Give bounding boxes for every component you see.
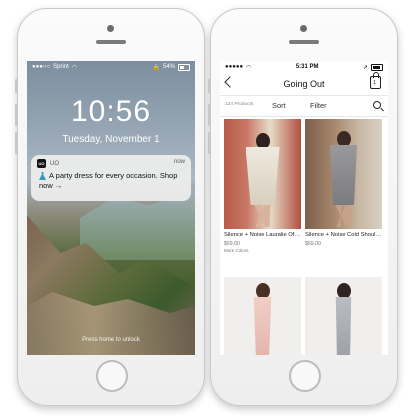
product-card[interactable]: Silence + Noise Cold Shoulder Turtlenec……	[305, 119, 382, 247]
bag-count: 1	[373, 80, 376, 86]
earpiece-speaker	[96, 40, 126, 44]
status-time: 5:31 PM	[295, 64, 319, 70]
product-price: $69.00	[224, 241, 240, 247]
app-screen: ●●●●● ◠ 5:31 PM ➚ Going Out 1 124 Produc…	[220, 61, 388, 355]
home-button[interactable]	[96, 360, 128, 392]
filter-toolbar: 124 Products Sort Filter	[220, 95, 388, 117]
back-arrow-icon[interactable]	[224, 76, 236, 88]
battery-icon	[371, 63, 383, 71]
product-name[interactable]: Silence + Noise Cold Shoulder Turtlenec…	[305, 232, 382, 239]
lock-icon: 🔒	[152, 64, 160, 71]
front-camera	[107, 25, 114, 32]
model-head	[336, 131, 351, 147]
notification-app-name: UO	[50, 160, 59, 167]
filter-button[interactable]: Filter	[310, 101, 327, 110]
nav-bar: Going Out 1	[220, 72, 388, 95]
volume-down-button	[15, 132, 18, 154]
location-icon: ➚	[362, 64, 368, 71]
search-icon[interactable]	[373, 101, 381, 109]
app-icon: UO	[37, 159, 46, 168]
product-price: $69.00	[305, 241, 321, 247]
status-bar: ●●●●● ◠ 5:31 PM ➚	[220, 61, 388, 73]
wifi-icon: ◠	[246, 64, 252, 71]
product-card[interactable]	[224, 277, 301, 355]
model-dress	[330, 145, 357, 205]
sort-button[interactable]: Sort	[272, 101, 286, 110]
product-grid: Silence + Noise Lauralie Off The Shoulde…	[224, 119, 384, 355]
lock-screen-time: 10:56	[70, 95, 152, 128]
lock-screen-date: Tuesday, November 1	[62, 134, 160, 145]
model-legs	[254, 205, 271, 227]
unlock-hint: Press home to unlock	[82, 337, 140, 343]
volume-up-button	[15, 104, 18, 126]
product-image[interactable]	[224, 119, 301, 229]
phone-app-screen: ●●●●● ◠ 5:31 PM ➚ Going Out 1 124 Produc…	[208, 8, 398, 406]
mute-switch	[208, 79, 211, 93]
product-count: 124 Products	[225, 102, 254, 107]
carrier-name: Sprint	[53, 64, 69, 70]
page-title: Going Out	[283, 79, 325, 89]
volume-up-button	[208, 104, 211, 126]
lock-screen: ●●●○○ Sprint ◠ 🔒 54% 10:56 Tuesday, Nove…	[27, 61, 195, 355]
dress-emoji-icon	[39, 172, 46, 181]
wifi-icon: ◠	[71, 64, 78, 71]
mute-switch	[15, 79, 18, 93]
model-head	[255, 133, 270, 149]
volume-down-button	[208, 132, 211, 154]
front-camera	[300, 25, 307, 32]
battery-percent: 54%	[162, 64, 175, 70]
signal-icon: ●●●●●	[225, 64, 244, 70]
notification-message: A party dress for every occasion. Shop n…	[39, 171, 178, 190]
product-image[interactable]	[305, 277, 382, 355]
home-button[interactable]	[289, 360, 321, 392]
status-bar: ●●●○○ Sprint ◠ 🔒 54%	[27, 61, 195, 73]
notification-age: now	[173, 159, 185, 165]
model-head	[255, 283, 270, 299]
product-card[interactable]	[305, 277, 382, 355]
model-head	[336, 283, 351, 299]
product-card[interactable]: Silence + Noise Lauralie Off The Shoulde…	[224, 119, 301, 253]
model-legs	[335, 205, 352, 227]
product-name[interactable]: Silence + Noise Lauralie Off The Shoulde…	[224, 232, 301, 239]
push-notification[interactable]: UO UO now A party dress for every occasi…	[31, 155, 191, 201]
model-dress	[253, 297, 272, 355]
product-colors: More Colors	[224, 248, 249, 253]
battery-icon	[178, 63, 190, 71]
signal-icon: ●●●○○	[32, 64, 51, 70]
model-dress	[245, 147, 280, 205]
phone-lock-screen: ●●●○○ Sprint ◠ 🔒 54% 10:56 Tuesday, Nove…	[15, 8, 205, 406]
product-image[interactable]	[305, 119, 382, 229]
product-image[interactable]	[224, 277, 301, 355]
earpiece-speaker	[289, 40, 319, 44]
model-dress	[335, 297, 352, 355]
